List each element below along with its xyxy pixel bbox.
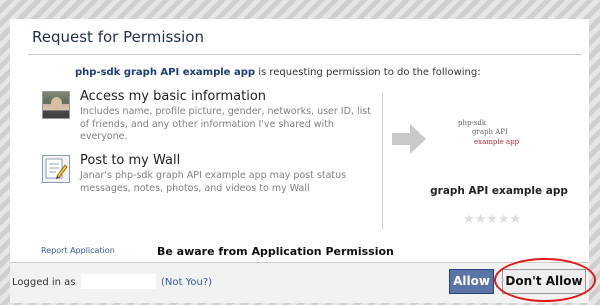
intro-app-name[interactable]: php-sdk graph API example app xyxy=(75,67,255,78)
logged-in-label: Logged in as xyxy=(12,277,76,288)
permission-description: Includes name, profile picture, gender, … xyxy=(80,106,371,142)
permission-title: Post to my Wall xyxy=(80,153,181,168)
user-name-redacted xyxy=(81,274,156,289)
permission-description: Janar's php-sdk graph API example app ma… xyxy=(80,170,347,194)
rating-stars: ★★★★★ xyxy=(463,212,522,227)
annotation-text: Be aware from Application Permission xyxy=(157,245,394,258)
title-divider xyxy=(28,54,582,55)
dialog-title: Request for Permission xyxy=(32,28,204,46)
intro-text: php-sdk graph API example app is request… xyxy=(75,67,481,78)
app-logo-line3: example app xyxy=(474,138,520,146)
app-name: graph API example app xyxy=(430,185,568,197)
report-application-link[interactable]: Report Application xyxy=(41,246,115,255)
app-logo: php-sdk graph API example app xyxy=(450,117,530,159)
arrow-right-icon-head xyxy=(410,124,426,154)
permission-dialog: Request for Permission php-sdk graph API… xyxy=(10,19,589,303)
highlight-circle xyxy=(494,258,596,302)
intro-request-text: is requesting permission to do the follo… xyxy=(255,67,481,78)
user-photo-icon xyxy=(42,91,70,119)
arrow-right-icon xyxy=(392,133,410,145)
wall-post-icon xyxy=(42,155,70,183)
app-logo-line1: php-sdk xyxy=(458,119,487,127)
permission-title: Access my basic information xyxy=(80,89,267,104)
vertical-divider xyxy=(382,92,383,230)
not-you-link[interactable]: (Not You?) xyxy=(161,277,212,288)
app-logo-line2: graph API xyxy=(472,128,508,136)
allow-button[interactable]: Allow xyxy=(449,269,494,294)
